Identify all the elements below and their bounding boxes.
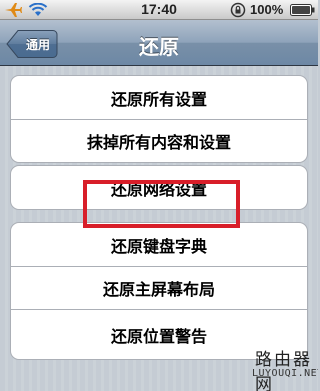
- reset-keyboard-dictionary-label: 还原键盘字典: [110, 236, 207, 256]
- reset-location-warnings-label: 还原位置警告: [110, 326, 207, 346]
- erase-all-content-row[interactable]: 抹掉所有内容和设置: [11, 119, 307, 162]
- reset-keyboard-dictionary-row[interactable]: 还原键盘字典: [11, 223, 307, 266]
- screen: 17:40 100% 通用 还原 还原所有设置 抹掉所有内容和设置 还原网络设置…: [0, 0, 318, 391]
- navigation-bar: 通用 还原: [0, 20, 318, 66]
- rotation-lock-icon: [230, 2, 246, 18]
- reset-all-settings-row[interactable]: 还原所有设置: [11, 76, 307, 119]
- settings-group-3: 还原键盘字典 还原主屏幕布局 还原位置警告: [10, 222, 308, 360]
- reset-all-settings-label: 还原所有设置: [110, 89, 207, 109]
- status-bar: 17:40 100%: [0, 0, 318, 20]
- battery-percent: 100%: [250, 2, 284, 17]
- watermark-url: LUYOUQI.NET: [252, 368, 318, 379]
- highlight-annotation-box: [83, 180, 240, 228]
- settings-group-1: 还原所有设置 抹掉所有内容和设置: [10, 75, 308, 163]
- reset-home-screen-layout-label: 还原主屏幕布局: [102, 280, 215, 299]
- page-title: 还原: [139, 35, 179, 59]
- erase-all-content-label: 抹掉所有内容和设置: [86, 133, 231, 152]
- battery-icon: [290, 4, 315, 16]
- reset-home-screen-layout-row[interactable]: 还原主屏幕布局: [11, 266, 307, 309]
